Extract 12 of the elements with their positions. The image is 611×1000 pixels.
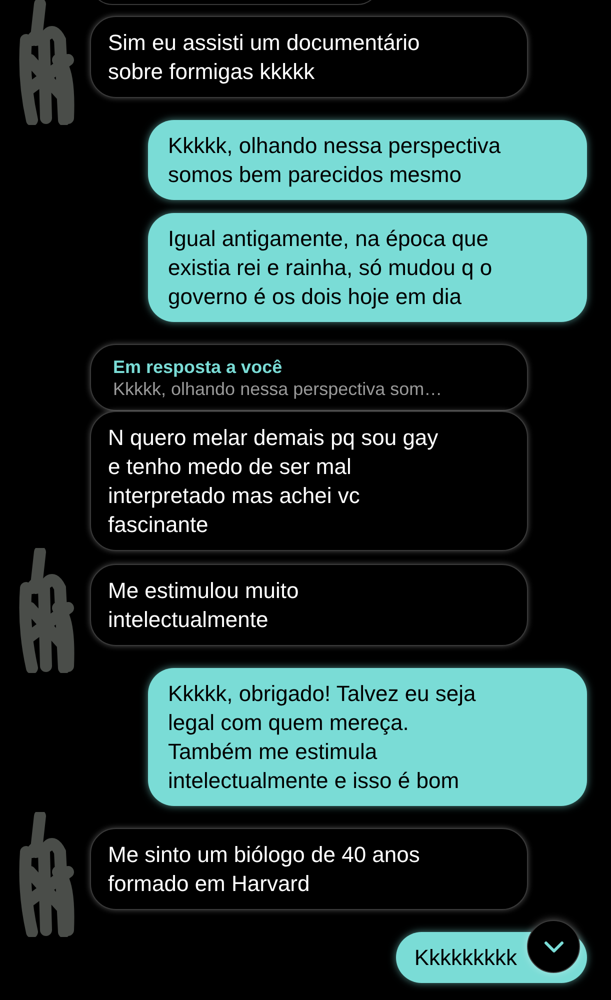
message-bubble: Me estimulou muito intelectualmente: [90, 564, 528, 646]
message-bubble: N quero melar demais pq sou gay e tenho medo de ser mal interpretado mas achei vc fascinante: [90, 411, 528, 551]
message-bubble: Kkkkk, olhando nessa perspectiva somos bem parecidos mesmo: [148, 120, 587, 200]
message-bubble: Kkkkk, obrigado! Talvez eu seja legal com quem mereça. Também me estimula intelectualmente e isso é bom: [148, 668, 587, 806]
reply-label: Em resposta a você: [113, 357, 284, 378]
reply-quote: Kkkkk, olhando nessa perspectiva som…: [113, 378, 444, 400]
message-bubble: Sim eu assisti um documentário sobre formigas kkkkk: [90, 16, 528, 98]
message-bubble: Igual antigamente, na época que existia rei e rainha, só mudou q o governo é os dois hoje em dia: [148, 213, 587, 322]
scroll-down-button[interactable]: [527, 920, 580, 973]
reply-preview[interactable]: Em resposta a você Kkkkk, olhando nessa perspectiva som…: [90, 344, 528, 411]
message-bubble: Me sinto um biólogo de 40 anos formado em Harvard: [90, 828, 528, 910]
chevron-down-icon: [544, 940, 564, 952]
